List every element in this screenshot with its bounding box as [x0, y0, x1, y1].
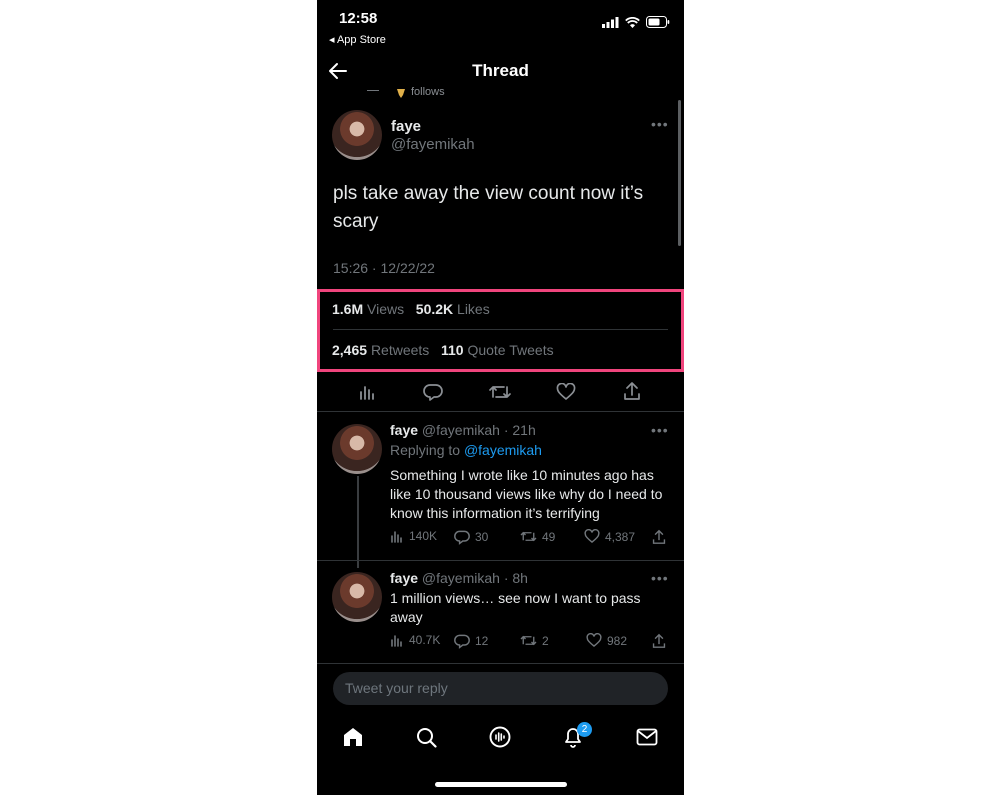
retweet-icon[interactable]: [489, 382, 511, 402]
divider: [317, 663, 684, 664]
wifi-icon: [625, 16, 640, 28]
reply-metrics: 140K 30 49 4,387: [390, 529, 670, 547]
likes-metric[interactable]: 4,387: [584, 529, 635, 544]
battery-icon: [646, 16, 670, 28]
replying-to-link[interactable]: @fayemikah: [464, 442, 542, 458]
page-title: Thread: [472, 61, 529, 80]
status-icons: [602, 16, 670, 28]
share-icon[interactable]: [652, 633, 666, 649]
reply-header: faye @fayemikah · 8h: [390, 570, 528, 586]
like-icon[interactable]: [556, 383, 576, 401]
share-icon[interactable]: [652, 529, 666, 545]
retweets-metric[interactable]: 2: [520, 633, 549, 648]
follows-icon: [395, 86, 407, 104]
home-indicator[interactable]: [435, 782, 567, 787]
messages-icon[interactable]: [636, 728, 658, 746]
app-store-back-link[interactable]: ◂ App Store: [329, 33, 386, 46]
views-metric[interactable]: 40.7K: [390, 633, 440, 647]
tweet-text: pls take away the view count now it’s sc…: [333, 183, 644, 232]
comments-metric[interactable]: 12: [454, 633, 488, 649]
stats-highlight-box: [317, 289, 684, 372]
analytics-icon: [391, 635, 402, 647]
like-icon: [584, 529, 600, 544]
more-icon[interactable]: •••: [651, 570, 669, 586]
tweet-actions: [317, 378, 684, 406]
likes-metric[interactable]: 982: [586, 633, 627, 648]
comments-metric[interactable]: 30: [454, 529, 488, 545]
reply-text: Something I wrote like 10 minutes ago ha…: [390, 467, 663, 521]
reply-text: 1 million views… see now I want to pass …: [390, 590, 641, 625]
reply-icon: [454, 634, 470, 649]
author-name[interactable]: faye: [391, 118, 421, 135]
divider: [317, 560, 684, 561]
replying-to: Replying to @fayemikah: [390, 442, 542, 458]
author-name[interactable]: faye: [390, 570, 418, 586]
avatar[interactable]: [332, 424, 382, 474]
follows-label: follows: [411, 86, 445, 98]
phone-screen: 12:58 ◂ App Store Thread follows faye @f…: [317, 0, 684, 795]
reply-icon[interactable]: [423, 382, 443, 402]
avatar[interactable]: [332, 572, 382, 622]
views-metric[interactable]: 140K: [390, 529, 437, 543]
reply-input[interactable]: Tweet your reply: [333, 672, 668, 705]
author-handle[interactable]: @fayemikah: [391, 136, 475, 153]
more-icon[interactable]: •••: [651, 422, 669, 438]
handle-time[interactable]: @fayemikah · 8h: [422, 570, 528, 586]
search-icon[interactable]: [416, 727, 437, 748]
reply-metrics: 40.7K 12 2 982: [390, 633, 670, 651]
analytics-icon: [391, 531, 402, 543]
retweets-metric[interactable]: 49: [520, 529, 555, 544]
signal-icon: [602, 16, 619, 28]
thread-connector: [367, 90, 379, 91]
retweet-icon: [520, 635, 537, 646]
avatar[interactable]: [332, 110, 382, 160]
home-icon[interactable]: [342, 726, 364, 747]
more-icon[interactable]: •••: [651, 116, 669, 132]
spaces-icon[interactable]: [488, 725, 512, 749]
thread-line: [357, 476, 359, 568]
reply-icon: [454, 530, 470, 545]
like-icon: [586, 633, 602, 648]
share-icon[interactable]: [623, 381, 641, 401]
author-name[interactable]: faye: [390, 422, 418, 438]
divider: [317, 411, 684, 412]
scrollbar[interactable]: [678, 100, 681, 246]
retweet-icon: [520, 531, 537, 542]
analytics-icon[interactable]: [359, 383, 377, 401]
handle-time[interactable]: @fayemikah · 21h: [422, 422, 536, 438]
reply-header: faye @fayemikah · 21h: [390, 422, 536, 438]
status-time: 12:58: [339, 10, 378, 27]
tweet-timestamp: 15:26 · 12/22/22: [333, 260, 435, 276]
notifications-badge: 2: [577, 722, 592, 737]
